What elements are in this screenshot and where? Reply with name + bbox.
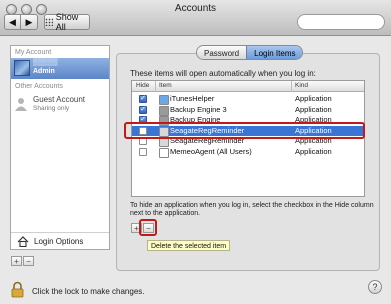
item-name: Backup Engine 3 [170, 104, 227, 114]
forward-button[interactable]: ▶ [21, 14, 38, 30]
item-name: MemeoAgent (All Users) [170, 146, 252, 156]
tab-bar: Password Login Items [196, 45, 304, 60]
hide-checkbox[interactable] [139, 147, 147, 156]
column-hide[interactable]: Hide [136, 82, 149, 89]
table-row[interactable]: MemeoAgent (All Users) Application [132, 146, 364, 158]
my-account-header: My Account [15, 49, 52, 56]
lock-icon[interactable] [11, 281, 24, 298]
guest-user-icon [15, 98, 27, 111]
admin-role: Admin [33, 68, 55, 75]
other-accounts-header: Other Accounts [15, 83, 63, 90]
back-button[interactable]: ◀ [4, 14, 21, 30]
my-account-item[interactable]: ▒▒▒▒▒ Admin [11, 58, 109, 79]
hide-hint: To hide an application when you log in, … [130, 202, 374, 217]
tab-login-items[interactable]: Login Items [246, 46, 303, 59]
help-button[interactable]: ? [368, 280, 382, 294]
hide-checkbox[interactable]: ✓ [139, 105, 147, 114]
search-input[interactable] [297, 14, 385, 30]
guest-account-item[interactable]: Guest Account [33, 95, 85, 104]
table-row[interactable]: ✓ Backup Engine 3 Application [132, 104, 364, 116]
login-options-label: Login Options [34, 236, 84, 246]
admin-name: ▒▒▒▒▒ [33, 59, 58, 66]
remove-button-highlight [139, 219, 157, 236]
grid-icon [45, 18, 53, 26]
table-header: Hide Item Kind [132, 81, 364, 92]
tab-password[interactable]: Password [197, 46, 247, 59]
show-all-label: Show All [55, 12, 79, 32]
app-icon [159, 147, 169, 158]
app-icon [159, 95, 169, 105]
table-row[interactable]: ✓ iTunesHelper Application [132, 94, 364, 105]
item-kind: Application [295, 146, 332, 156]
login-items-intro: These items will open automatically when… [130, 69, 316, 78]
lock-text: Click the lock to make changes. [32, 287, 145, 296]
item-kind: Application [295, 104, 332, 114]
item-kind: Application [295, 94, 332, 103]
app-icon [159, 105, 169, 116]
item-name: iTunesHelper [170, 94, 215, 103]
accounts-sidebar: My Account ▒▒▒▒▒ Admin Other Accounts Gu… [10, 45, 110, 250]
column-item[interactable]: Item [159, 82, 172, 89]
remove-tooltip: Delete the selected item [147, 240, 231, 251]
add-account-button[interactable]: + [11, 256, 22, 266]
house-icon [17, 235, 29, 247]
login-options-item[interactable]: Login Options [11, 232, 109, 249]
selected-row-highlight [124, 122, 365, 139]
hide-checkbox[interactable]: ✓ [139, 95, 147, 103]
remove-account-button[interactable]: − [23, 256, 34, 266]
admin-avatar [14, 60, 30, 76]
column-kind[interactable]: Kind [295, 82, 308, 89]
guest-account-sub: Sharing only [33, 105, 70, 112]
show-all-button[interactable]: Show All [44, 12, 90, 32]
